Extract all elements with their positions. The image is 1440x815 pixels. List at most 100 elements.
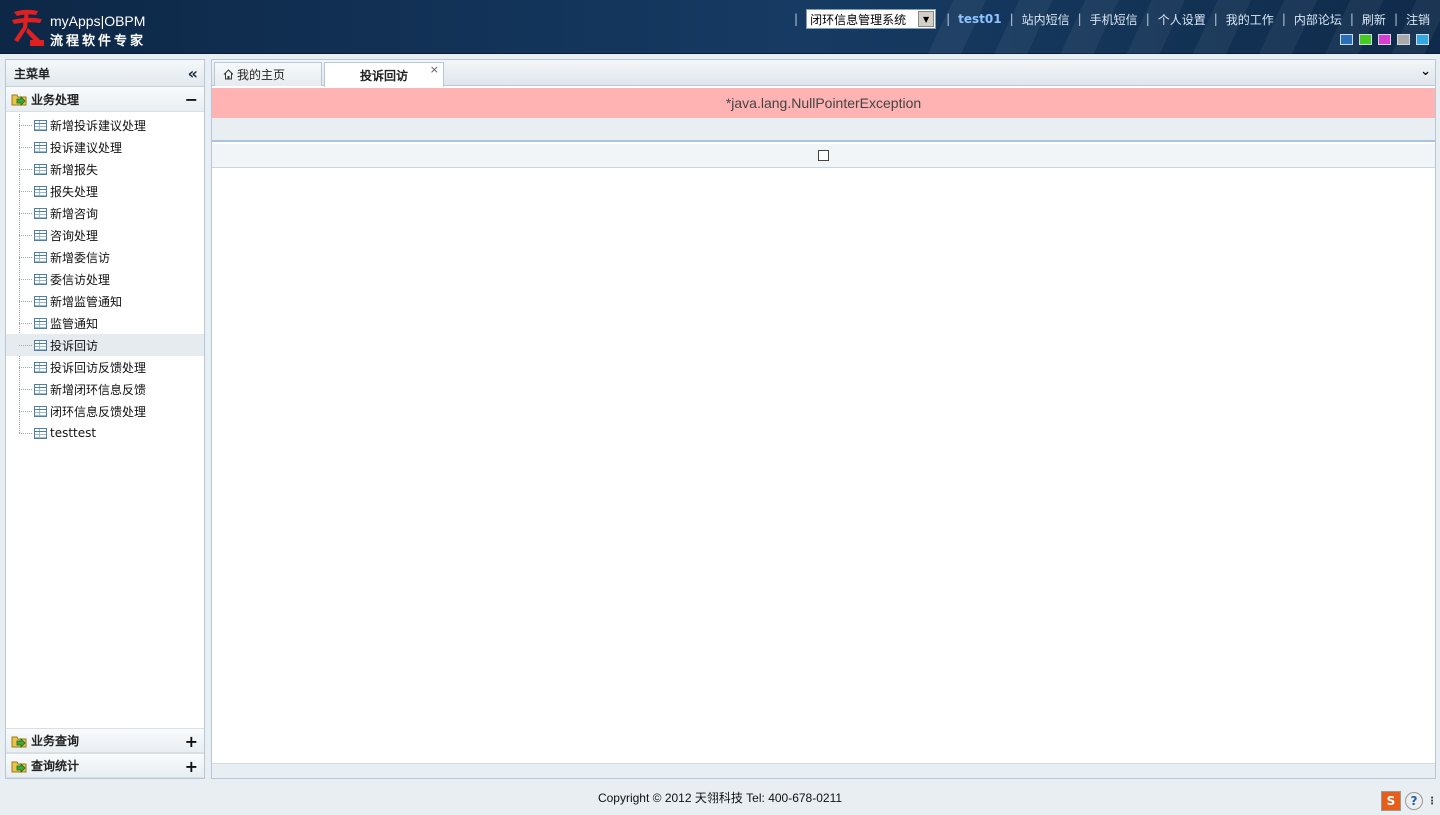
tab-complaint-follow-up[interactable]: 投诉回访 × <box>324 62 444 87</box>
chevron-down-icon[interactable]: ▼ <box>918 11 935 27</box>
table-icon <box>34 163 47 175</box>
nav-internal-message[interactable]: 站内短信 <box>1022 11 1070 28</box>
menu-item-label: 闭环信息反馈处理 <box>50 404 147 419</box>
menu-item-label: 新增委信访 <box>50 250 111 265</box>
help-icon[interactable]: ? <box>1405 792 1423 810</box>
sidebar-group-business-processing[interactable]: 业务处理 − <box>6 87 204 112</box>
tray-more-icon[interactable]: ⋮ <box>1427 791 1437 811</box>
table-icon <box>34 361 47 373</box>
menu-item-supervision-notice[interactable]: 监管通知 <box>6 312 204 334</box>
plus-icon[interactable]: + <box>185 732 198 751</box>
sidebar-group-label: 业务查询 <box>31 734 80 748</box>
tab-label: 我的主页 <box>237 68 286 82</box>
collapse-sidebar-icon[interactable]: « <box>188 64 198 83</box>
table-icon <box>34 295 47 307</box>
table-icon <box>34 383 47 395</box>
theme-swatch-green[interactable] <box>1359 34 1372 45</box>
menu-item-new-supervision-notice[interactable]: 新增监管通知 <box>6 290 204 312</box>
error-message: *java.lang.NullPointerException <box>212 88 1435 118</box>
nav-forum[interactable]: 内部论坛 <box>1294 11 1342 28</box>
folder-arrow-icon <box>11 736 27 748</box>
table-icon <box>34 207 47 219</box>
theme-switcher <box>1340 34 1429 45</box>
nav-my-work[interactable]: 我的工作 <box>1226 11 1274 28</box>
menu-item-label: 投诉建议处理 <box>50 140 123 155</box>
menu-item-label: 新增报失 <box>50 162 99 177</box>
theme-swatch-cyan[interactable] <box>1416 34 1429 45</box>
menu-item-new-complaint[interactable]: 新增投诉建议处理 <box>6 114 204 136</box>
menu-item-label: 委信访处理 <box>50 272 111 287</box>
sidebar-group-query-statistics[interactable]: 查询统计 + <box>6 753 204 778</box>
menu-item-label: 报失处理 <box>50 184 99 199</box>
minus-icon[interactable]: − <box>185 90 198 109</box>
menu-item-label: 监管通知 <box>50 316 99 331</box>
nav-separator: | <box>1281 12 1286 26</box>
table-icon <box>34 339 47 351</box>
input-method-icon[interactable]: S <box>1381 791 1401 811</box>
theme-swatch-pink[interactable] <box>1378 34 1391 45</box>
tab-home[interactable]: 我的主页 <box>214 62 322 86</box>
sidebar-collapsed-groups: 业务查询 + 查询统计 + <box>6 728 204 778</box>
menu-item-complaint-follow-up[interactable]: 投诉回访 <box>6 334 204 356</box>
sidebar-group-business-query[interactable]: 业务查询 + <box>6 728 204 753</box>
close-icon[interactable]: × <box>430 63 439 76</box>
table-icon <box>34 317 47 329</box>
menu-item-new-loss-report[interactable]: 新增报失 <box>6 158 204 180</box>
menu-item-loss-report-process[interactable]: 报失处理 <box>6 180 204 202</box>
menu-item-label: 投诉回访反馈处理 <box>50 360 147 375</box>
current-user[interactable]: test01 <box>958 12 1001 26</box>
menu-item-testtest[interactable]: testtest <box>6 422 204 444</box>
tab-bar: 我的主页 投诉回访 × ⌄ <box>212 60 1435 87</box>
app-header: myApps|OBPM 流程软件专家 | 闭环信息管理系统 ▼ | test01… <box>0 0 1440 54</box>
menu-item-follow-up-feedback[interactable]: 投诉回访反馈处理 <box>6 356 204 378</box>
menu-item-inquiry-process[interactable]: 咨询处理 <box>6 224 204 246</box>
menu-tree: 新增投诉建议处理 投诉建议处理 新增报失 报失处理 新增咨询 咨询处理 新增委信… <box>6 112 204 444</box>
menu-item-complaint-process[interactable]: 投诉建议处理 <box>6 136 204 158</box>
plus-icon[interactable]: + <box>185 757 198 776</box>
menu-item-new-inquiry[interactable]: 新增咨询 <box>6 202 204 224</box>
brand-name: myApps|OBPM <box>50 13 146 29</box>
theme-swatch-blue[interactable] <box>1340 34 1353 45</box>
menu-item-label: testtest <box>50 426 97 440</box>
table-icon <box>34 273 47 285</box>
menu-item-petition-process[interactable]: 委信访处理 <box>6 268 204 290</box>
menu-item-new-petition[interactable]: 新增委信访 <box>6 246 204 268</box>
content-footer <box>212 763 1435 778</box>
table-icon <box>34 185 47 197</box>
system-select-value: 闭环信息管理系统 <box>810 12 907 27</box>
system-tray: S ? ⋮ <box>1381 791 1437 811</box>
nav-refresh[interactable]: 刷新 <box>1362 11 1386 28</box>
copyright-footer: Copyright © 2012 天翎科技 Tel: 400-678-0211 <box>597 791 843 805</box>
menu-item-label: 新增投诉建议处理 <box>50 118 147 133</box>
nav-separator: | <box>1077 12 1082 26</box>
top-navigation: | 闭环信息管理系统 ▼ | test01 | 站内短信 | 手机短信 | 个人… <box>786 9 1430 29</box>
menu-item-label: 投诉回访 <box>50 338 99 353</box>
select-all-checkbox[interactable] <box>818 150 829 161</box>
table-icon <box>34 119 47 131</box>
sidebar-group-label: 查询统计 <box>31 759 80 773</box>
system-select[interactable]: 闭环信息管理系统 ▼ <box>806 9 937 29</box>
nav-logout[interactable]: 注销 <box>1406 11 1430 28</box>
sidebar-title: 主菜单 <box>14 66 51 81</box>
nav-sms[interactable]: 手机短信 <box>1090 11 1138 28</box>
menu-item-label: 咨询处理 <box>50 228 99 243</box>
table-icon <box>34 229 47 241</box>
list-header <box>212 144 1435 168</box>
table-icon <box>34 141 47 153</box>
nav-separator: | <box>1009 12 1014 26</box>
company-logo <box>12 9 44 46</box>
menu-item-new-closed-loop-feedback[interactable]: 新增闭环信息反馈 <box>6 378 204 400</box>
nav-personal-settings[interactable]: 个人设置 <box>1158 11 1206 28</box>
menu-item-closed-loop-feedback-process[interactable]: 闭环信息反馈处理 <box>6 400 204 422</box>
brand-slogan: 流程软件专家 <box>50 34 147 49</box>
nav-separator: | <box>1393 12 1398 26</box>
folder-arrow-icon <box>11 94 27 106</box>
theme-swatch-gray[interactable] <box>1397 34 1410 45</box>
menu-item-label: 新增闭环信息反馈 <box>50 382 147 397</box>
home-icon <box>223 69 234 80</box>
nav-separator: | <box>1213 12 1218 26</box>
nav-separator: | <box>794 12 799 26</box>
sidebar-group-label: 业务处理 <box>31 92 80 107</box>
nav-separator: | <box>1349 12 1354 26</box>
tab-list-dropdown-icon[interactable]: ⌄ <box>1420 64 1431 79</box>
